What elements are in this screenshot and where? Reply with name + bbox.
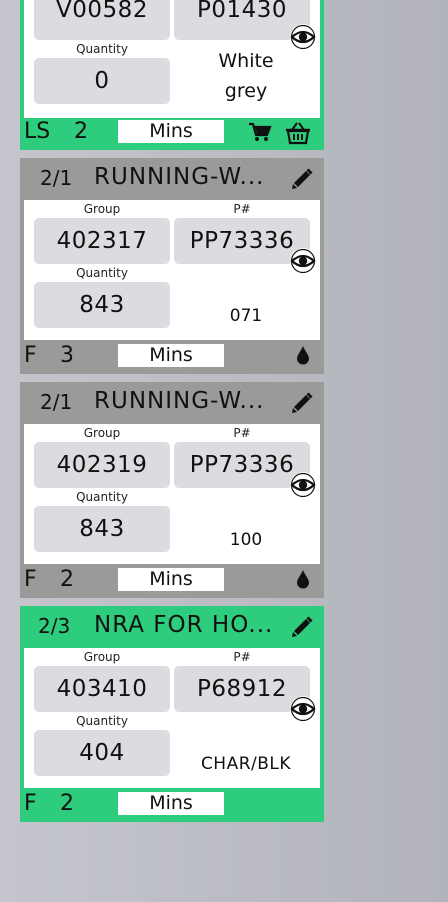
card-header[interactable]: 2/1 RUNNING-W...	[20, 158, 324, 200]
color-line2: grey	[224, 80, 268, 102]
header-title: NRA FOR HO...	[94, 612, 274, 638]
card-footer: LS 2 Mins	[20, 118, 324, 146]
eye-icon[interactable]	[290, 696, 316, 722]
quantity-value[interactable]: 404	[34, 730, 170, 776]
group-label: Group	[83, 202, 121, 216]
quantity-label: Quantity	[76, 714, 128, 728]
mins-field[interactable]: Mins	[118, 120, 224, 143]
quantity-value[interactable]: 843	[34, 282, 170, 328]
color-line1: White	[218, 50, 274, 72]
footer-code: F	[24, 567, 37, 592]
header-title: RUNNING-W...	[94, 388, 265, 414]
header-title: RUNNING-W...	[94, 164, 265, 190]
quantity-value[interactable]: 843	[34, 506, 170, 552]
footer-count: 3	[60, 343, 74, 368]
color-text: 071	[229, 306, 263, 326]
eye-icon[interactable]	[290, 24, 316, 50]
quantity-label: Quantity	[76, 266, 128, 280]
drop-icon[interactable]	[296, 345, 310, 369]
card-header[interactable]: 2/1 RUNNING-W...	[20, 382, 324, 424]
mins-field[interactable]: Mins	[118, 792, 224, 815]
card-body: Group P# 402319 PP73336 Quantity 843 100	[24, 424, 320, 564]
color-text: 100	[229, 530, 263, 550]
card-footer: F 2 Mins	[20, 566, 324, 594]
card-body: Group P# 402317 PP73336 Quantity 843 071	[24, 200, 320, 340]
group-value[interactable]: 402319	[34, 442, 170, 488]
footer-code: LS	[24, 119, 51, 144]
pnum-label: P#	[233, 650, 251, 664]
footer-count: 2	[74, 119, 88, 144]
job-card[interactable]: 2/1 RUNNING-W... Group P# 402319 PP73336…	[20, 382, 324, 598]
eye-icon[interactable]	[290, 248, 316, 274]
eye-icon[interactable]	[290, 472, 316, 498]
group-value[interactable]: 402317	[34, 218, 170, 264]
pnum-label: P#	[233, 202, 251, 216]
basket-icon[interactable]	[284, 121, 312, 149]
job-card[interactable]: 2/3 NRA FOR HO... Group P# 403410 P68912…	[20, 606, 324, 822]
footer-code: F	[24, 343, 37, 368]
header-num: 2/1	[40, 390, 73, 414]
footer-count: 2	[60, 791, 74, 816]
card-footer: F 2 Mins	[20, 790, 324, 818]
header-num: 2/1	[40, 166, 73, 190]
drop-icon[interactable]	[296, 569, 310, 593]
color-text: CHAR/BLK	[200, 754, 292, 774]
pencil-icon[interactable]	[290, 391, 314, 415]
quantity-value[interactable]: 0	[34, 58, 170, 104]
footer-count: 2	[60, 567, 74, 592]
job-card[interactable]: 2/1 RUNNING-W... Group P# 402317 PP73336…	[20, 158, 324, 374]
pencil-icon[interactable]	[290, 167, 314, 191]
pencil-icon[interactable]	[290, 615, 314, 639]
mins-field[interactable]: Mins	[118, 344, 224, 367]
group-value[interactable]: V00582	[34, 0, 170, 40]
card-body: V00582 P01430 Quantity 0 White grey	[24, 0, 320, 118]
card-header[interactable]: 2/3 NRA FOR HO...	[20, 606, 324, 648]
mins-field[interactable]: Mins	[118, 568, 224, 591]
card-footer: F 3 Mins	[20, 342, 324, 370]
card-body: Group P# 403410 P68912 Quantity 404 CHAR…	[24, 648, 320, 788]
group-label: Group	[83, 426, 121, 440]
group-value[interactable]: 403410	[34, 666, 170, 712]
quantity-label: Quantity	[76, 42, 128, 56]
footer-code: F	[24, 791, 37, 816]
header-num: 2/3	[38, 614, 71, 638]
group-label: Group	[83, 650, 121, 664]
pnum-label: P#	[233, 426, 251, 440]
cart-icon[interactable]	[248, 121, 272, 147]
job-card[interactable]: V00582 P01430 Quantity 0 White grey LS 2…	[20, 0, 324, 150]
quantity-label: Quantity	[76, 490, 128, 504]
